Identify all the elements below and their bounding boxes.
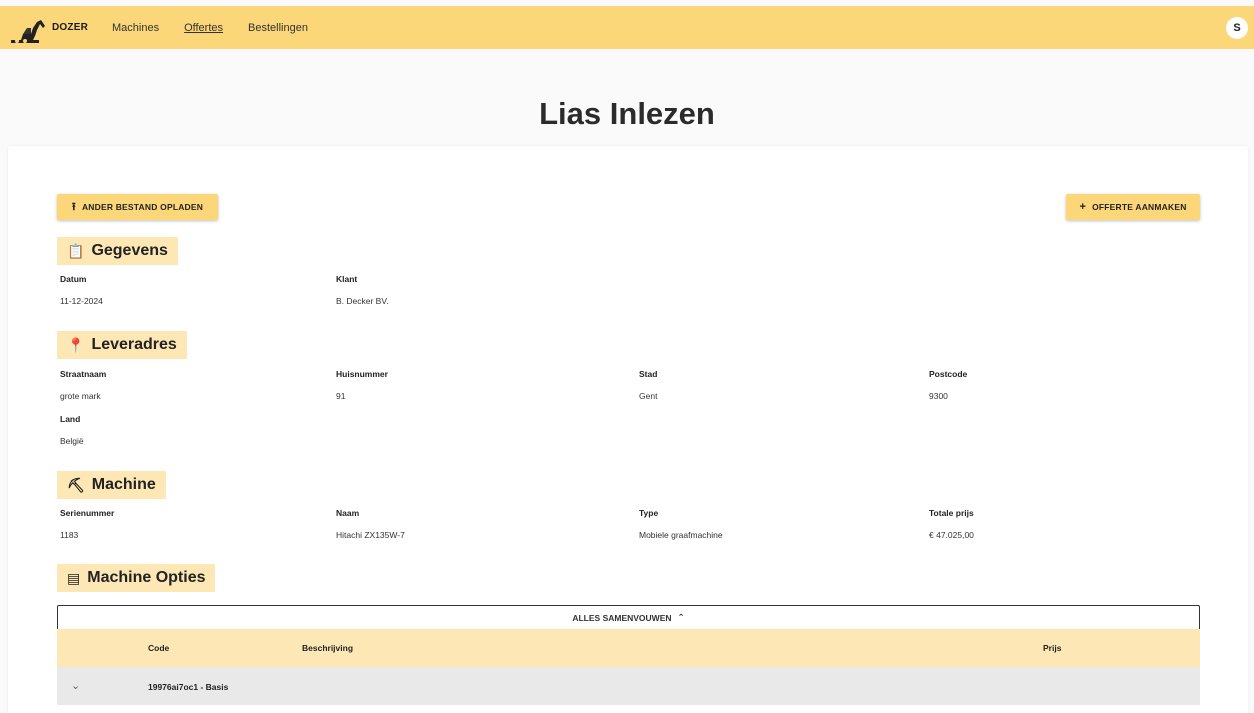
collapse-all-label: ALLES SAMENVOUWEN — [572, 612, 672, 623]
chevron-up-icon: ⌃ — [677, 612, 685, 622]
excavator-icon: ⛏ — [67, 476, 85, 493]
field-label-land: Land — [60, 414, 81, 424]
upload-button-label: ANDER BESTAND OPLADEN — [81, 202, 204, 212]
section-machine-header: ⛏ Machine — [57, 471, 166, 499]
section-gegevens-title: Gegevens — [91, 242, 168, 259]
logo[interactable]: DOZER — [9, 12, 88, 44]
section-opties-title: Machine Opties — [87, 569, 206, 586]
field-label-serienummer: Serienummer — [60, 508, 115, 518]
field-value-klant: B. Decker BV. — [336, 296, 389, 306]
row-code: 19976ai7oc1 - Basis — [148, 682, 229, 692]
options-table-header: Code Beschrijving Prijs — [57, 629, 1200, 667]
table-row[interactable]: ⌄ 19976ai7oc1 - Basis — [57, 667, 1200, 705]
field-value-datum: 11-12-2024 — [60, 296, 103, 306]
field-value-land: België — [60, 436, 84, 446]
chevron-down-icon[interactable]: ⌄ — [71, 679, 80, 692]
nav-offertes[interactable]: Offertes — [184, 22, 223, 34]
location-pin-icon: 📍 — [67, 336, 85, 353]
logo-text: DOZER — [52, 22, 88, 33]
create-quote-button[interactable]: + OFFERTE AANMAKEN — [1066, 194, 1200, 220]
top-navbar: DOZER Machines Offertes Bestellingen S — [0, 6, 1254, 49]
nav-machines[interactable]: Machines — [112, 22, 159, 34]
upload-icon: ⭱ — [71, 200, 76, 213]
list-icon: ▤ — [67, 569, 81, 586]
field-value-huisnummer: 91 — [336, 391, 346, 401]
field-label-klant: Klant — [336, 274, 358, 284]
field-label-totale-prijs: Totale prijs — [929, 508, 974, 518]
field-value-totale-prijs: € 47.025,00 — [929, 530, 974, 540]
field-value-straatnaam: grote mark — [60, 391, 101, 401]
page-title: Lias Inlezen — [539, 96, 715, 131]
section-leveradres-header: 📍 Leveradres — [57, 331, 187, 359]
section-leveradres-title: Leveradres — [91, 336, 177, 353]
column-header-prijs: Prijs — [1043, 643, 1062, 653]
field-label-postcode: Postcode — [929, 369, 968, 379]
section-opties-header: ▤ Machine Opties — [57, 564, 216, 592]
upload-other-file-button[interactable]: ⭱ ANDER BESTAND OPLADEN — [57, 194, 218, 220]
field-label-huisnummer: Huisnummer — [336, 369, 388, 379]
field-value-serienummer: 1183 — [60, 530, 79, 540]
field-label-naam: Naam — [336, 508, 360, 518]
collapse-all-button[interactable]: ALLES SAMENVOUWEN ⌃ — [57, 605, 1200, 629]
nav-bestellingen[interactable]: Bestellingen — [248, 22, 308, 34]
field-value-naam: Hitachi ZX135W-7 — [336, 530, 405, 540]
field-label-stad: Stad — [639, 369, 658, 379]
excavator-logo-icon — [11, 19, 45, 43]
field-value-postcode: 9300 — [929, 391, 948, 401]
section-gegevens-header: 📋 Gegevens — [57, 237, 178, 265]
main-nav: Machines Offertes Bestellingen — [112, 22, 308, 34]
user-avatar[interactable]: S — [1226, 17, 1248, 39]
clipboard-icon: 📋 — [67, 242, 85, 259]
field-label-straatnaam: Straatnaam — [60, 369, 107, 379]
section-machine-title: Machine — [91, 476, 156, 493]
column-header-beschrijving: Beschrijving — [302, 643, 354, 653]
field-value-type: Mobiele graafmachine — [639, 530, 723, 540]
plus-icon: + — [1079, 201, 1087, 213]
create-button-label: OFFERTE AANMAKEN — [1092, 202, 1187, 212]
field-value-stad: Gent — [639, 391, 658, 401]
field-label-type: Type — [639, 508, 659, 518]
column-header-code: Code — [148, 643, 170, 653]
field-label-datum: Datum — [60, 274, 87, 284]
